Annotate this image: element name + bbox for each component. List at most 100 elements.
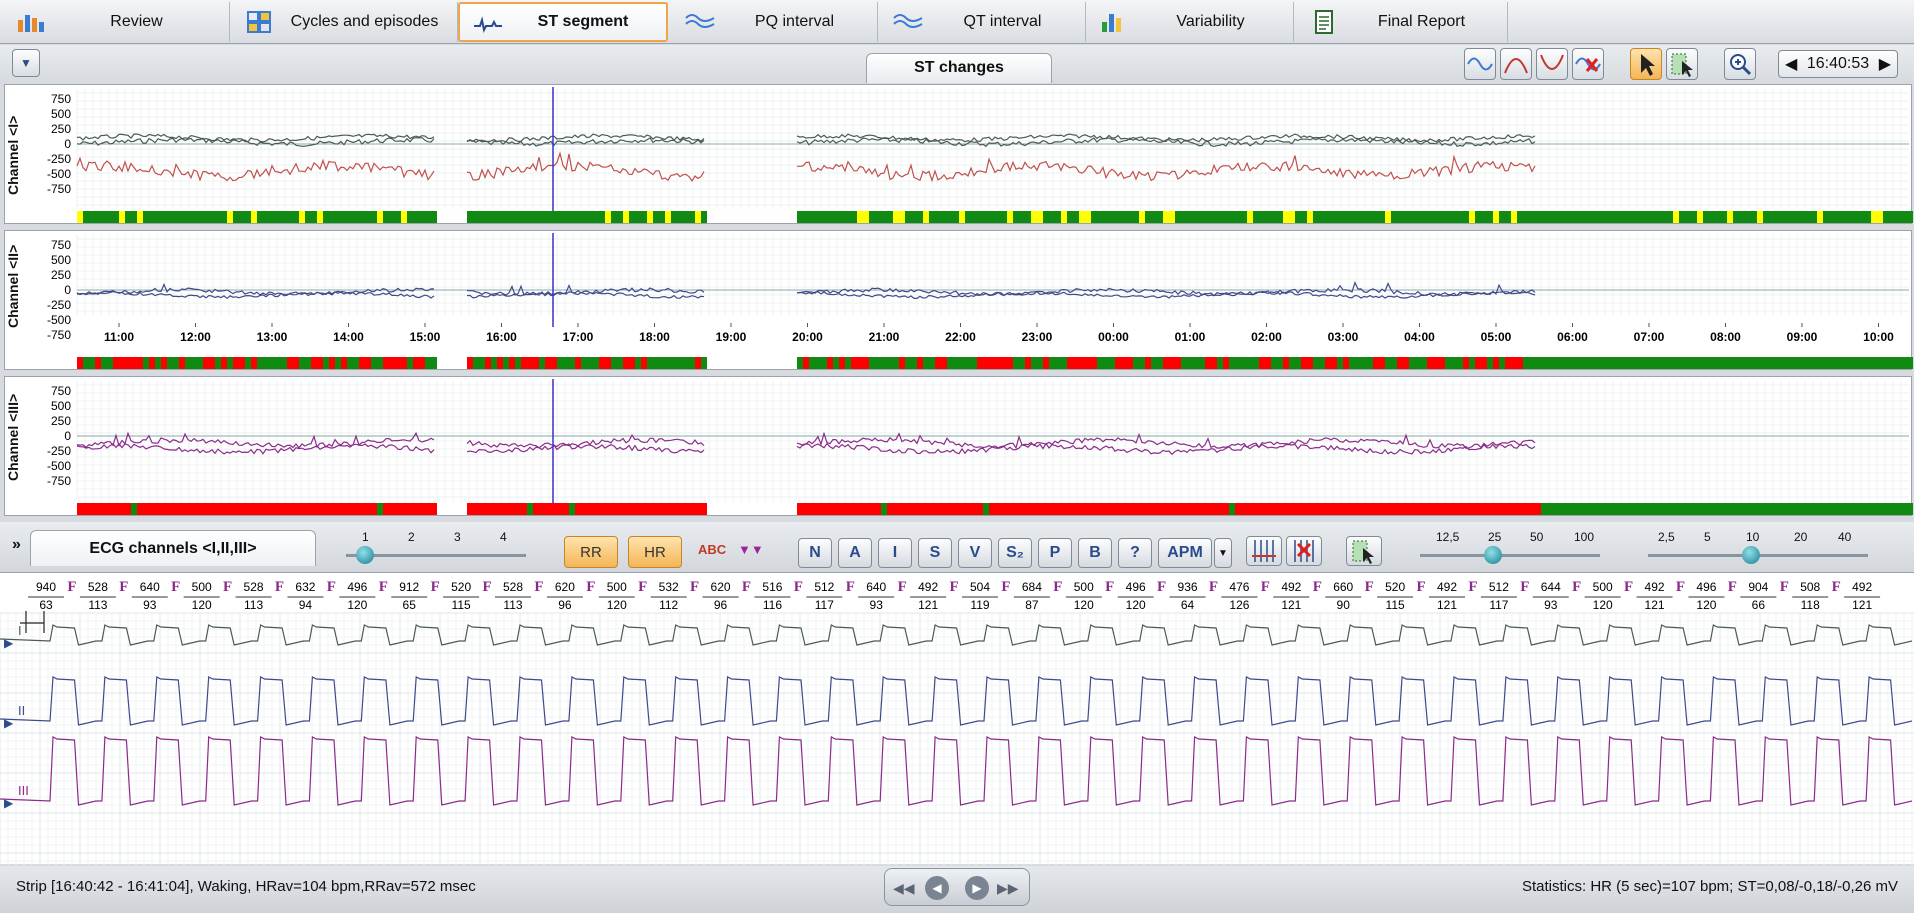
- status-segment: [791, 357, 797, 369]
- abc-labels-toggle[interactable]: ABC: [698, 542, 726, 557]
- beat-p-button[interactable]: P: [1038, 538, 1072, 568]
- step-back-icon[interactable]: ◀: [925, 876, 949, 900]
- beat-type-label: F: [1520, 579, 1529, 595]
- play-icon[interactable]: ▶: [965, 876, 989, 900]
- apm-dropdown-icon[interactable]: ▼: [1214, 538, 1232, 568]
- status-segment: [1499, 503, 1505, 515]
- select-region-button[interactable]: [1666, 48, 1698, 80]
- rewind-icon[interactable]: ◀◀: [893, 880, 915, 897]
- status-segment: [725, 211, 731, 223]
- status-segment: [353, 503, 359, 515]
- delete-marker-button[interactable]: [1286, 536, 1322, 566]
- rr-value-label: 904: [1748, 580, 1768, 594]
- channel-2-trend[interactable]: 7505002500-250-500-750 11:00 12:00 13:00 14:…: [5, 231, 1913, 371]
- beat-type-label: F: [119, 579, 128, 595]
- speed-slider[interactable]: 2,5 5 10 20 40: [1648, 528, 1868, 568]
- wave-arch-button[interactable]: [1500, 48, 1532, 80]
- prev-time-button[interactable]: ◀: [1785, 54, 1797, 74]
- time-navigator: ◀ 16:40:53 ▶: [1778, 50, 1898, 78]
- status-segment: [1151, 357, 1157, 369]
- beat-apm-button[interactable]: APM: [1158, 538, 1212, 568]
- rr-value-label: 492: [918, 580, 938, 594]
- slider-thumb[interactable]: [1742, 546, 1760, 564]
- status-segment: [1601, 503, 1607, 515]
- y-tick-label: 250: [51, 122, 71, 136]
- status-segment: [1685, 211, 1691, 223]
- status-segment: [1061, 211, 1067, 223]
- status-segment: [89, 211, 95, 223]
- color-toggle-icon[interactable]: ▼▼: [738, 542, 764, 557]
- amplitude-slider[interactable]: 12,5 25 50 100: [1420, 528, 1600, 568]
- tab-st-segment[interactable]: ST segment: [458, 2, 668, 42]
- status-segment: [473, 503, 479, 515]
- status-segment: [1649, 503, 1655, 515]
- channel-3-trend[interactable]: 7505002500-250-500-750: [5, 377, 1913, 517]
- status-segment: [1769, 357, 1775, 369]
- wave-sine-button[interactable]: [1464, 48, 1496, 80]
- status-segment: [1787, 211, 1793, 223]
- status-segment: [263, 357, 269, 369]
- status-segment: [821, 357, 827, 369]
- select-strip-icon: [1352, 540, 1374, 564]
- status-segment: [1049, 503, 1055, 515]
- tab-final-report[interactable]: Final Report: [1296, 2, 1508, 42]
- slider-thumb[interactable]: [356, 546, 374, 564]
- status-segment: [1433, 357, 1439, 369]
- status-segment: [281, 357, 287, 369]
- status-segment: [1445, 211, 1451, 223]
- status-segment: [1019, 211, 1025, 223]
- tab-qt-interval[interactable]: QT interval: [880, 2, 1086, 42]
- beat-v-button[interactable]: V: [958, 538, 992, 568]
- pointer-tool-button[interactable]: [1630, 48, 1662, 80]
- beat-s-button[interactable]: S: [918, 538, 952, 568]
- status-segment: [845, 211, 851, 223]
- y-tick-label: -250: [47, 152, 71, 166]
- rr-value-label: 936: [1178, 580, 1198, 594]
- status-segment: [377, 503, 383, 515]
- status-segment: [1259, 211, 1265, 223]
- wave-valley-button[interactable]: [1536, 48, 1568, 80]
- beat-i-button[interactable]: I: [878, 538, 912, 568]
- tab-cycles-and-episodes[interactable]: Cycles and episodes: [232, 2, 458, 42]
- status-segment: [617, 211, 623, 223]
- channel-3-panel: Channel <III> 750 500 250 0 -250 -500 -750: [4, 376, 1913, 517]
- status-segment: [1553, 211, 1559, 223]
- zoom-button[interactable]: [1724, 48, 1756, 80]
- fast-forward-icon[interactable]: ▶▶: [997, 880, 1019, 897]
- channel-1-trend[interactable]: 7505002500-250-500-750: [5, 85, 1913, 225]
- rr-value-label: 500: [1074, 580, 1094, 594]
- tab-variability[interactable]: Variability: [1088, 2, 1294, 42]
- status-segment: [341, 357, 347, 369]
- beat-s2-button[interactable]: S₂: [998, 538, 1032, 568]
- hr-button[interactable]: HR: [628, 536, 682, 568]
- status-segment: [1127, 503, 1133, 515]
- status-segment: [275, 211, 281, 223]
- rr-value-label: 516: [762, 580, 782, 594]
- beat-type-label: F: [1624, 579, 1633, 595]
- status-segment: [389, 503, 395, 515]
- lead-count-slider[interactable]: 1 2 3 4: [346, 528, 526, 568]
- status-segment: [299, 211, 305, 223]
- status-segment: [1271, 211, 1277, 223]
- status-segment: [1421, 211, 1427, 223]
- beat-n-button[interactable]: N: [798, 538, 832, 568]
- status-segment: [479, 503, 485, 515]
- status-segment: [1463, 503, 1469, 515]
- slider-thumb[interactable]: [1484, 546, 1502, 564]
- status-segment: [1673, 503, 1679, 515]
- select-strip-button[interactable]: [1346, 536, 1382, 566]
- rr-button[interactable]: RR: [564, 536, 618, 568]
- tab-review[interactable]: Review: [4, 2, 230, 42]
- status-segment: [935, 503, 941, 515]
- tab-pq-interval[interactable]: PQ interval: [672, 2, 878, 42]
- add-marker-button[interactable]: [1246, 536, 1282, 566]
- collapse-ecg-button[interactable]: »: [12, 536, 21, 554]
- wave-delete-button[interactable]: [1572, 48, 1604, 80]
- beat-b-button[interactable]: B: [1078, 538, 1112, 568]
- ecg-strip[interactable]: 940 63 528 113 F 640 93 F 500 120 F 528 113 F 632 94 F 49…: [0, 573, 1914, 865]
- beat-a-button[interactable]: A: [838, 538, 872, 568]
- status-segment: [1667, 503, 1673, 515]
- collapse-menu-button[interactable]: ▼: [12, 49, 40, 77]
- beat-unknown-button[interactable]: ?: [1118, 538, 1152, 568]
- next-time-button[interactable]: ▶: [1879, 54, 1891, 74]
